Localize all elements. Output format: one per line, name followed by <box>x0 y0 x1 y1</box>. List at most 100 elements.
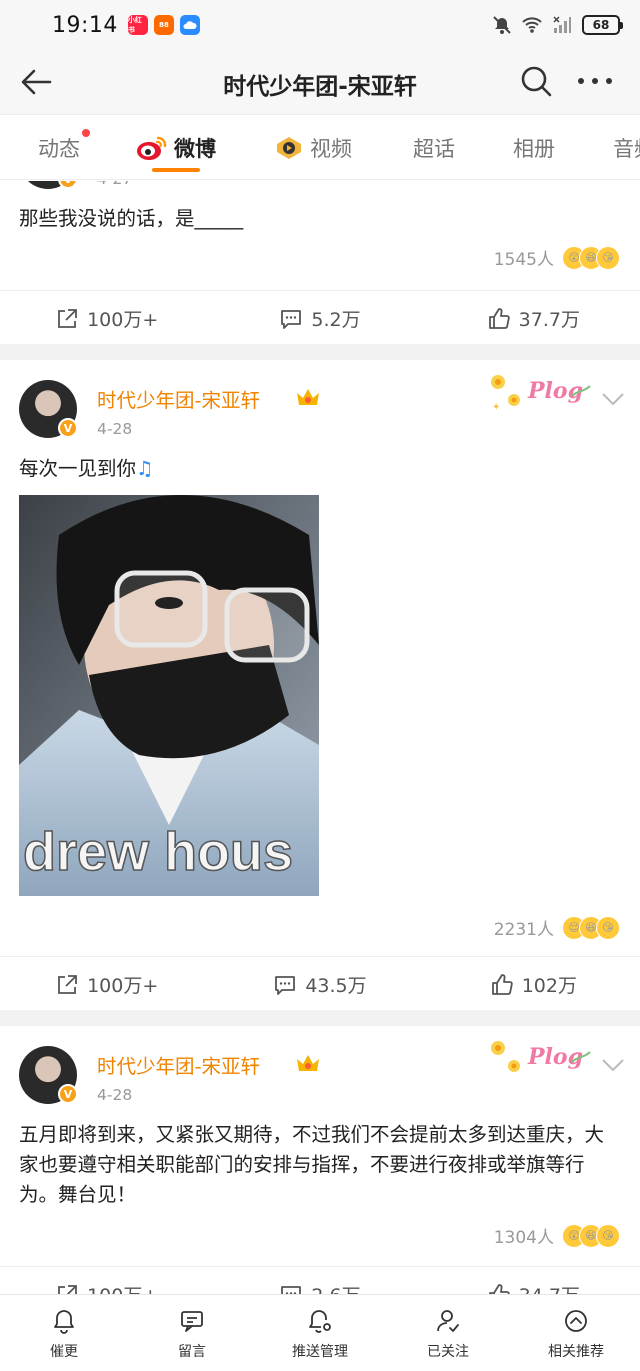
reaction-emojis: 😲 😆 😘 <box>562 245 620 270</box>
mute-bell-icon <box>493 16 511 34</box>
tab-label: 音频 <box>613 137 640 161</box>
reaction-summary[interactable]: 1545人 😲 😆 😘 <box>494 245 620 270</box>
reaction-summary[interactable]: 1304人 😲 😆 😘 <box>494 1223 620 1248</box>
selfie-image: drew hous <box>19 495 319 896</box>
compass-icon <box>565 1310 587 1332</box>
tab-label: 视频 <box>310 137 352 161</box>
plog-sticker-icon: Plog <box>491 1041 591 1072</box>
cloud-app-icon <box>179 15 200 35</box>
post-actions: 100万+ 43.5万 102万 <box>0 956 640 1012</box>
tab-dynamics[interactable]: 动态 <box>38 129 90 163</box>
post-date: 4-28 <box>97 420 133 438</box>
tab-label: 动态 <box>38 137 80 161</box>
post-date: 4-27 <box>97 181 132 188</box>
bell-settings-icon <box>309 1310 331 1333</box>
verified-badge: V <box>58 181 78 189</box>
weibo-feed[interactable]: V 4-27 那些我没说的话，是_____ 1545人 😲 😆 😘 100万+ … <box>0 181 640 1294</box>
tab-label: 相册 <box>513 137 555 161</box>
post-actions: 100万+ 5.2万 37.7万 <box>0 290 640 346</box>
dot-icon <box>578 78 584 84</box>
comment-icon <box>275 975 296 995</box>
repost-count: 100万+ <box>87 975 159 997</box>
tab-audio[interactable]: 音频 <box>613 133 640 163</box>
chevron-down-icon[interactable] <box>601 392 625 406</box>
bottom-action-bar: 催更 留言 推送管理 已关注 相关推荐 <box>0 1294 640 1371</box>
svg-text:✦: ✦ <box>492 402 500 413</box>
push-settings-button[interactable]: 推送管理 <box>256 1295 384 1371</box>
post-actions: 100万+ 2.6万 34.7万 <box>0 1266 640 1294</box>
verified-badge: V <box>58 418 78 438</box>
followed-button[interactable]: 已关注 <box>384 1295 512 1371</box>
repost-count: 100万+ <box>87 1281 158 1294</box>
tab-video[interactable]: 视频 <box>274 133 352 163</box>
comment-count: 43.5万 <box>305 975 367 997</box>
author-name[interactable]: 时代少年团-宋亚轩 <box>97 1050 260 1079</box>
search-icon[interactable] <box>519 64 553 98</box>
crown-icon <box>297 389 319 405</box>
like-button[interactable]: 34.7万 <box>427 1267 640 1294</box>
like-button[interactable]: 37.7万 <box>427 291 640 346</box>
bottom-item-label: 相关推荐 <box>548 1344 604 1360</box>
repost-button[interactable]: 100万+ <box>0 1267 213 1294</box>
related-recommend-button[interactable]: 相关推荐 <box>512 1295 640 1371</box>
reaction-count: 2231人 <box>493 920 554 940</box>
plog-label: Plog <box>527 1044 583 1070</box>
post-text-content: 每次一见到你 <box>19 457 137 480</box>
reaction-count: 1545人 <box>493 250 554 270</box>
bottom-item-label: 推送管理 <box>292 1344 348 1360</box>
post-card: V 时代少年团-宋亚轩 4-28 Plog ✦ 每次一见到你♫ drew hou… <box>0 360 640 1010</box>
kiss-emoji-icon: 😘 <box>596 1223 620 1248</box>
like-button[interactable]: 102万 <box>427 957 640 1012</box>
tab-label: 超话 <box>413 137 455 161</box>
author-name[interactable]: 时代少年团-宋亚轩 <box>97 384 260 413</box>
jacket-print-text: drew hous <box>23 822 293 882</box>
post-text[interactable]: 那些我没说的话，是_____ <box>19 204 620 234</box>
leave-message-button[interactable]: 留言 <box>128 1295 256 1371</box>
tab-album[interactable]: 相册 <box>513 133 555 163</box>
bottom-item-label: 催更 <box>50 1344 78 1360</box>
share-icon <box>58 308 77 328</box>
status-app-icons: 小红书 88 <box>127 15 200 35</box>
weibo-logo-icon <box>137 136 167 160</box>
tab-super-topic[interactable]: 超话 <box>413 133 455 163</box>
repost-button[interactable]: 100万+ <box>0 957 213 1012</box>
video-icon <box>277 137 301 159</box>
navigation-bar: 时代少年团-宋亚轩 <box>0 50 640 114</box>
comment-icon <box>281 1285 302 1294</box>
reaction-summary[interactable]: 2231人 😌 😆 😘 <box>494 915 620 940</box>
status-time: 19:14 <box>52 12 118 38</box>
tab-weibo[interactable]: 微博 <box>136 133 216 163</box>
comment-button[interactable]: 5.2万 <box>213 291 426 346</box>
like-count: 37.7万 <box>518 309 580 331</box>
notification-dot <box>82 129 90 137</box>
urge-update-button[interactable]: 催更 <box>0 1295 128 1371</box>
tab-label: 微博 <box>174 137 216 161</box>
thumbs-up-icon <box>488 307 510 329</box>
xiaohongshu-icon: 小红书 <box>127 15 148 35</box>
comment-button[interactable]: 43.5万 <box>213 957 426 1012</box>
chevron-down-icon[interactable] <box>601 1058 625 1072</box>
message-icon <box>181 1311 203 1332</box>
post-photo[interactable]: drew hous <box>19 495 319 896</box>
profile-tab-bar: 动态 微博 视频 超话 相册 音频 <box>0 114 640 180</box>
bottom-item-label: 留言 <box>178 1344 206 1360</box>
status-indicators: 68 <box>492 15 623 35</box>
comment-icon <box>281 309 302 329</box>
thumbs-up-icon <box>491 973 513 995</box>
plog-sticker-icon: Plog ✦ <box>491 375 591 413</box>
bottom-item-label: 已关注 <box>427 1344 469 1360</box>
dot-icon <box>592 78 598 84</box>
dot-icon <box>606 78 612 84</box>
reaction-count: 1304人 <box>493 1228 554 1248</box>
post-card: V 4-27 那些我没说的话，是_____ 1545人 😲 😆 😘 100万+ … <box>0 181 640 344</box>
more-options-button[interactable] <box>575 64 615 98</box>
comment-button[interactable]: 2.6万 <box>213 1267 426 1294</box>
post-text[interactable]: 五月即将到来，又紧张又期待，不过我们不会提前太多到达重庆，大家也要遵守相关职能部… <box>19 1120 620 1210</box>
kiss-emoji-icon: 😘 <box>596 915 620 940</box>
comment-count: 2.6万 <box>311 1281 360 1294</box>
post-text[interactable]: 每次一见到你♫ <box>19 454 620 484</box>
like-count: 102万 <box>521 975 577 997</box>
active-tab-indicator <box>152 168 200 172</box>
repost-button[interactable]: 100万+ <box>0 291 213 346</box>
wifi-icon <box>522 17 542 33</box>
